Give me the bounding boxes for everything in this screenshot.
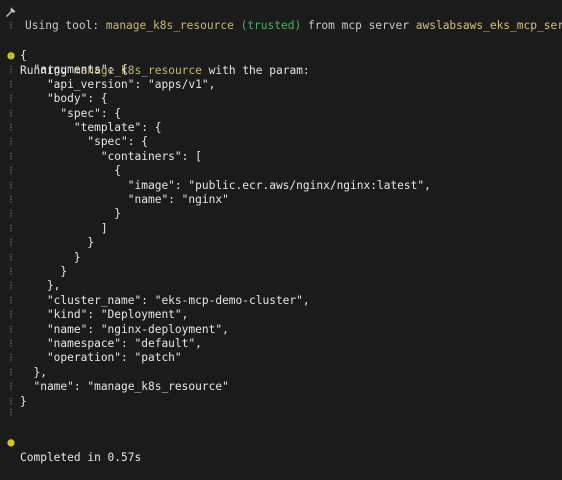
param-text: } xyxy=(20,207,122,221)
running-suffix: with the param: xyxy=(208,64,310,77)
gutter-mark: ⁝ xyxy=(9,221,13,235)
param-text: } xyxy=(20,250,81,264)
param-text: "body": { xyxy=(20,92,108,106)
param-text: "kind": "Deployment", xyxy=(20,308,189,322)
param-text: "image": "public.ecr.aws/nginx/nginx:lat… xyxy=(20,178,431,192)
gutter-mark: ⁝ xyxy=(9,193,13,206)
param-text: { xyxy=(20,49,27,62)
gutter-mark: ⁝ xyxy=(9,164,13,178)
gutter-mark: ⁝ xyxy=(9,207,13,221)
gutter-mark: ⁝ xyxy=(9,293,13,307)
gutter-mark: ⁝ xyxy=(9,265,13,278)
param-text: }, xyxy=(20,279,61,293)
param-text: "containers": [ xyxy=(20,149,202,163)
param-text: "operation": "patch" xyxy=(20,351,182,365)
gutter-mark: ⁝ xyxy=(9,77,13,91)
status-bullet-icon: ● xyxy=(7,435,15,449)
gutter-mark: ⁝ xyxy=(9,236,13,250)
header-from: from mcp server xyxy=(307,19,409,32)
gutter-mark: ⁝ xyxy=(9,380,13,394)
terminal-window: Using tool: manage_k8s_resource (trusted… xyxy=(0,0,562,464)
completed-line: ● Completed in 0.57s xyxy=(0,420,141,464)
gutter-mark: ⁝ xyxy=(9,63,13,77)
server-name: awslabsaws_eks_mcp_server xyxy=(415,19,562,32)
gutter-mark: ⁝ xyxy=(9,19,13,32)
gutter-mark: ⁝ xyxy=(9,406,13,419)
gutter-mark: ⁝ xyxy=(9,308,13,322)
gutter-mark: ⁝ xyxy=(9,49,13,62)
gutter-mark: ⁝ xyxy=(9,279,13,293)
gutter-mark: ⁝ xyxy=(9,92,13,106)
gutter-mark: ⁝ xyxy=(9,106,13,120)
trusted-label: (trusted) xyxy=(240,19,302,32)
gutter-mark: ⁝ xyxy=(9,121,13,134)
param-text: } xyxy=(20,394,27,408)
param-text: } xyxy=(20,236,95,250)
gutter-mark: ⁝ xyxy=(9,250,13,264)
param-text: "template": { xyxy=(20,121,162,134)
param-text: }, xyxy=(20,365,47,379)
gutter-mark: ⁝ xyxy=(9,149,13,163)
gutter-mark: ⁝ xyxy=(9,178,13,192)
completed-text: Completed in 0.57s xyxy=(20,451,142,464)
param-text: "namespace": "default", xyxy=(20,337,202,350)
param-text: } xyxy=(20,265,68,278)
gutter-mark: ⁝ xyxy=(9,135,13,149)
tool-header: Using tool: manage_k8s_resource (trusted… xyxy=(0,3,562,32)
gutter-mark: ⁝ xyxy=(9,337,13,350)
gutter-mark: ⁝ xyxy=(9,365,13,379)
param-text: "api_version": "apps/v1", xyxy=(20,77,216,91)
param-text: "spec": { xyxy=(20,106,122,120)
gutter-mark: ⁝ xyxy=(9,351,13,365)
param-text: "arguments": { xyxy=(20,63,128,77)
param-text: "cluster_name": "eks-mcp-demo-cluster", xyxy=(20,293,310,307)
header-prefix: Using tool: xyxy=(25,19,100,32)
gutter-mark: ⁝ xyxy=(9,322,13,336)
param-text: { xyxy=(20,164,122,178)
header-tool-name: manage_k8s_resource xyxy=(105,19,234,32)
param-text: "name": "manage_k8s_resource" xyxy=(20,380,229,394)
param-text: "spec": { xyxy=(20,135,148,149)
param-text: "name": "nginx" xyxy=(20,193,229,206)
running-line: ● Running manage_k8s_resource with the p… xyxy=(0,33,309,77)
param-text: "name": "nginx-deployment", xyxy=(20,322,229,336)
param-text: ] xyxy=(20,221,108,235)
